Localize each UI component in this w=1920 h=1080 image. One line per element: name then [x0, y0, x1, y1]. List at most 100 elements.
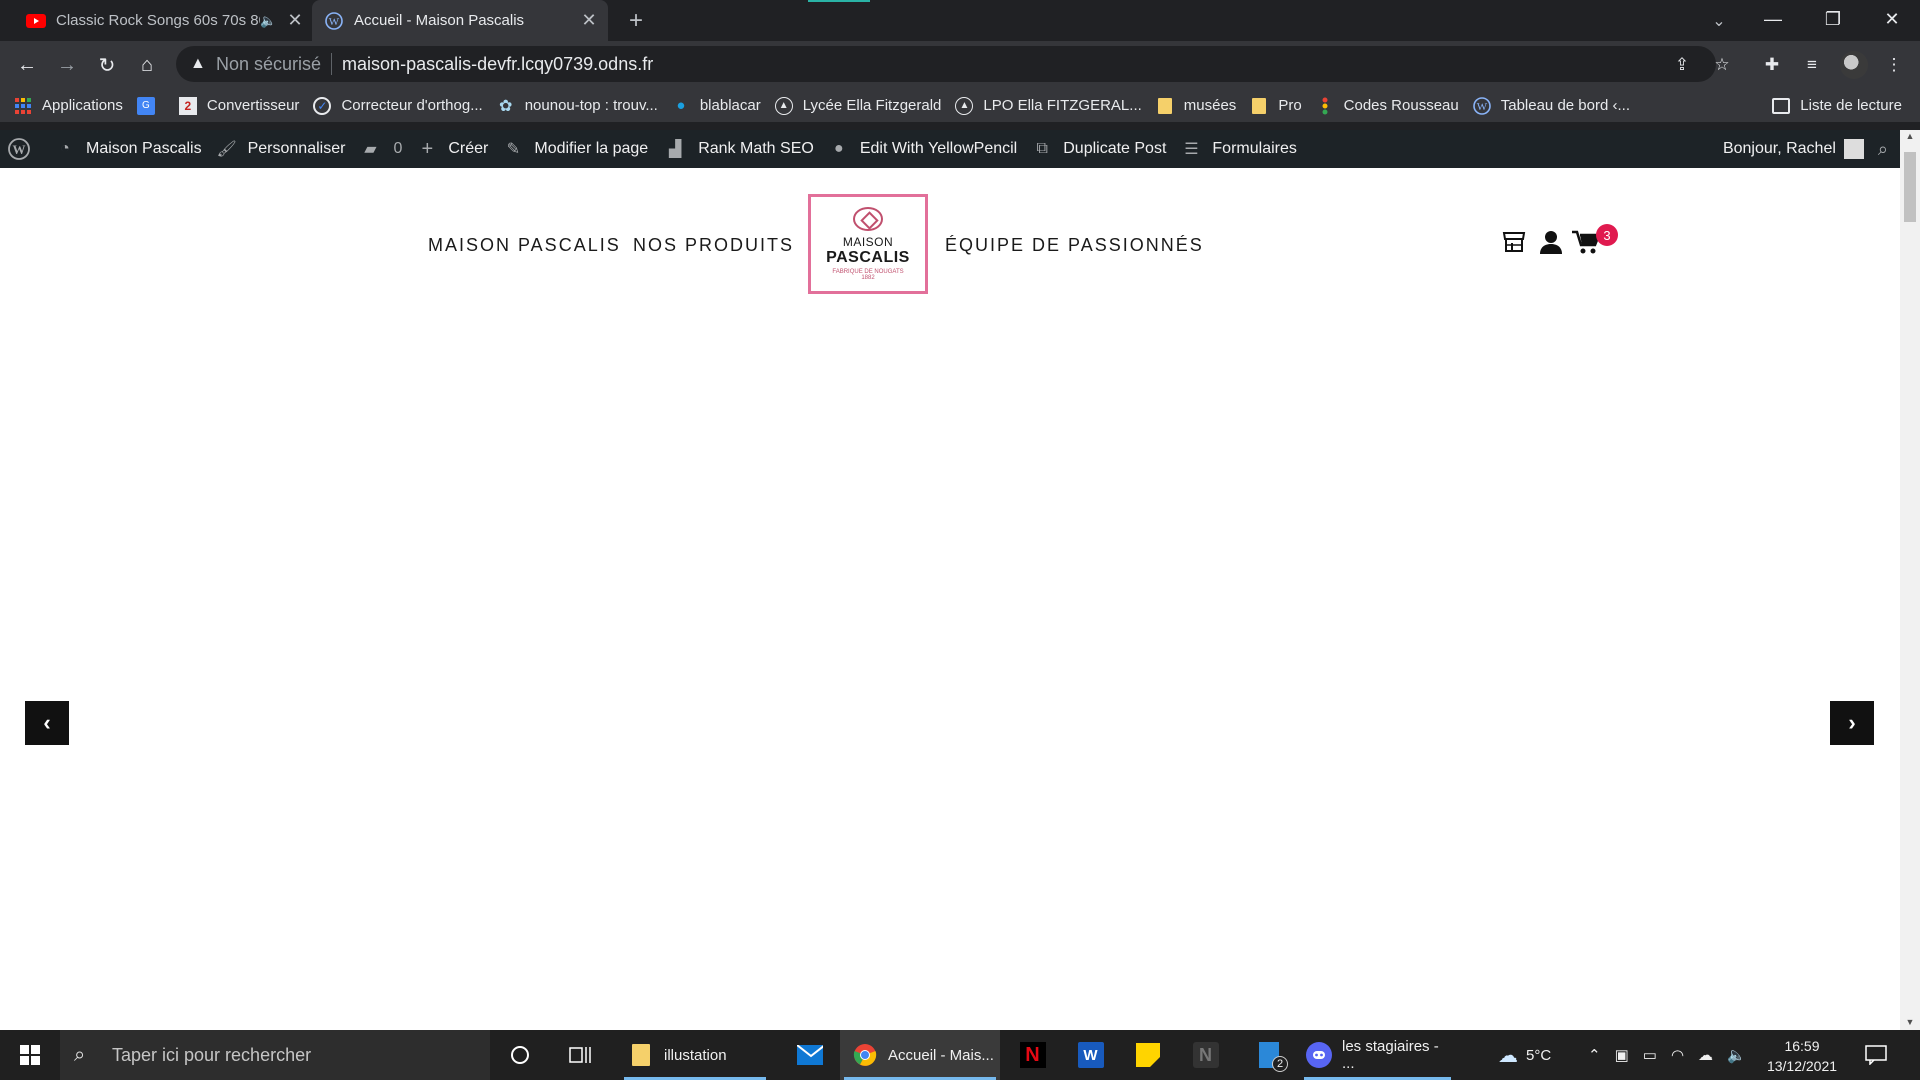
taskbar-app-sticky-notes[interactable] [1125, 1030, 1170, 1080]
scroll-up-icon[interactable]: ▲ [1900, 130, 1920, 142]
wp-new-content[interactable]: + Créer [416, 138, 489, 160]
user-icon[interactable] [1537, 228, 1565, 256]
taskbar-app-notepad[interactable]: 2 [1245, 1030, 1293, 1080]
menu-dots-icon[interactable]: ⋮ [1880, 51, 1908, 79]
page-scrollbar[interactable]: ▲ ▼ [1900, 130, 1920, 1030]
tab-maison-pascalis[interactable]: W Accueil - Maison Pascalis ✕ [312, 0, 608, 41]
weather-widget[interactable]: ☁ 5°C [1498, 1030, 1551, 1080]
notifications-icon[interactable] [1865, 1030, 1887, 1080]
reload-icon[interactable]: ↻ [92, 51, 122, 79]
site-logo[interactable]: MAISON PASCALIS FABRIQUE DE NOUGATS 1882 [808, 194, 928, 294]
new-tab-icon[interactable]: + [622, 7, 650, 35]
wp-edit-page[interactable]: ✎ Modifier la page [502, 138, 649, 160]
bookmark-label: LPO Ella FITZGERAL... [983, 97, 1142, 114]
tray-chevron-icon[interactable]: ⌃ [1588, 1046, 1601, 1064]
bookmark-codes-rousseau[interactable]: Codes Rousseau [1316, 97, 1459, 115]
notepad-window-count: 2 [1272, 1056, 1288, 1072]
dashboard-icon: ◔ [60, 140, 70, 157]
reading-list-label: Liste de lecture [1800, 97, 1902, 114]
nav-maison-pascalis[interactable]: MAISON PASCALIS [428, 235, 621, 256]
taskbar-app-discord[interactable]: les stagiaires - ... [1300, 1030, 1455, 1080]
yellowpencil-icon: ● [833, 140, 844, 157]
bookmark-nounou-top[interactable]: ✿ nounou-top : trouv... [497, 97, 658, 115]
taskbar-app-mail[interactable] [785, 1030, 835, 1080]
warning-icon[interactable]: ▲ [190, 55, 210, 73]
bookmark-tableau-de-bord[interactable]: W Tableau de bord ‹... [1472, 96, 1630, 115]
taskbar-app-netflix[interactable]: N [1010, 1030, 1055, 1080]
bookmark-blablacar[interactable]: ● blablacar [672, 97, 761, 115]
wp-customize[interactable]: 🖌 Personnaliser [216, 138, 345, 160]
slider-next-button[interactable]: › [1830, 701, 1874, 745]
nav-equipe[interactable]: ÉQUIPE DE PASSIONNÉS [945, 235, 1204, 256]
bookmark-label: Lycée Ella Fitzgerald [802, 97, 942, 114]
windows-start-icon[interactable] [0, 1030, 60, 1080]
profile-avatar[interactable] [1840, 51, 1868, 79]
tab-search-chevron-icon[interactable]: ⌄ [1705, 8, 1733, 34]
security-label[interactable]: Non sécurisé [216, 54, 321, 75]
url-text[interactable]: maison-pascalis-devfr.lcqy0739.odns.fr [342, 54, 653, 75]
extensions-icon[interactable]: ✚ [1758, 51, 1786, 79]
wp-yellowpencil[interactable]: ● Edit With YellowPencil [828, 138, 1017, 160]
search-icon[interactable]: ⌕ [1878, 139, 1888, 160]
bookmark-label: Codes Rousseau [1343, 97, 1459, 114]
apps-grid-icon [14, 97, 32, 115]
cart-count-badge[interactable]: 3 [1596, 224, 1618, 246]
bookmark-convertisseur[interactable]: 2 Convertisseur [178, 96, 299, 115]
svg-text:W: W [329, 16, 340, 28]
battery-icon[interactable]: ▭ [1643, 1046, 1657, 1064]
wp-logo-menu[interactable]: W [8, 138, 40, 160]
taskbar-search[interactable]: ⌕ Taper ici pour rechercher [60, 1030, 490, 1080]
bookmark-folder-musees[interactable]: musées [1156, 97, 1236, 115]
close-window-icon[interactable]: ✕ [1864, 0, 1920, 38]
address-bar[interactable]: ▲ Non sécurisé maison-pascalis-devfr.lcq… [176, 46, 1716, 82]
taskbar-app-illustation[interactable]: illustation [620, 1030, 770, 1080]
restore-icon[interactable]: ❐ [1805, 0, 1861, 38]
share-icon[interactable]: ⇪ [1668, 51, 1696, 79]
bookmark-lpo[interactable]: ▲ LPO Ella FITZGERAL... [955, 96, 1142, 115]
media-control-icon[interactable]: ≡ [1798, 51, 1826, 79]
home-icon[interactable]: ⌂ [132, 51, 162, 79]
slider-prev-button[interactable]: ‹ [25, 701, 69, 745]
wp-duplicate-post[interactable]: ⧉ Duplicate Post [1031, 138, 1167, 160]
close-tab-icon[interactable]: ✕ [578, 10, 600, 32]
scroll-down-icon[interactable]: ▼ [1900, 1016, 1920, 1028]
tray-device-icon[interactable]: ▣ [1615, 1046, 1629, 1064]
taskbar-app-word[interactable]: W [1068, 1030, 1113, 1080]
bookmark-lycee[interactable]: ▲ Lycée Ella Fitzgerald [774, 96, 942, 115]
bookmark-folder-pro[interactable]: Pro [1250, 97, 1302, 115]
bookmark-label: blablacar [699, 97, 761, 114]
forward-icon[interactable]: → [52, 51, 82, 79]
wp-rank-math[interactable]: ▟ Rank Math SEO [662, 138, 814, 160]
forms-icon: ☰ [1184, 141, 1199, 158]
taskbar-app-chrome[interactable]: Accueil - Mais... [840, 1030, 1000, 1080]
speaker-icon[interactable]: 🔈 [260, 13, 278, 29]
wp-site-name[interactable]: ◔ Maison Pascalis [54, 138, 201, 160]
wp-forms[interactable]: ☰ Formulaires [1180, 138, 1297, 160]
store-icon[interactable] [1500, 228, 1528, 256]
bookmark-google-translate[interactable]: G [136, 96, 165, 115]
bookmark-correcteur[interactable]: ✓ Correcteur d'orthog... [313, 96, 483, 115]
bookmark-star-icon[interactable]: ☆ [1708, 51, 1736, 79]
tab-youtube[interactable]: Classic Rock Songs 60s 70s 80s 🔈 ✕ [14, 0, 314, 41]
scroll-thumb[interactable] [1904, 152, 1916, 222]
folder-icon [1250, 97, 1268, 115]
cortana-icon[interactable] [505, 1030, 535, 1080]
school-icon: ▲ [774, 96, 793, 115]
wp-account[interactable]: Bonjour, Rachel ⌕ [1723, 130, 1888, 168]
close-tab-icon[interactable]: ✕ [284, 10, 306, 32]
volume-icon[interactable]: 🔈 [1727, 1046, 1746, 1064]
nav-nos-produits[interactable]: NOS PRODUITS [633, 235, 794, 256]
taskbar-clock[interactable]: 16:59 13/12/2021 [1762, 1036, 1842, 1076]
taskbar-app-notion[interactable]: N [1183, 1030, 1228, 1080]
back-icon[interactable]: ← [12, 51, 42, 79]
wp-forms-label: Formulaires [1212, 140, 1297, 157]
minimize-icon[interactable]: — [1745, 0, 1801, 38]
wp-comments-count: 0 [393, 140, 403, 157]
bookmark-applications[interactable]: Applications [14, 97, 123, 115]
task-view-icon[interactable] [560, 1030, 600, 1080]
wifi-icon[interactable]: ◠ [1671, 1046, 1684, 1064]
mail-icon [797, 1042, 823, 1068]
onedrive-icon[interactable]: ☁ [1698, 1046, 1713, 1064]
reading-list[interactable]: Liste de lecture [1772, 89, 1902, 122]
wp-comments[interactable]: ▰ 0 [359, 138, 402, 160]
